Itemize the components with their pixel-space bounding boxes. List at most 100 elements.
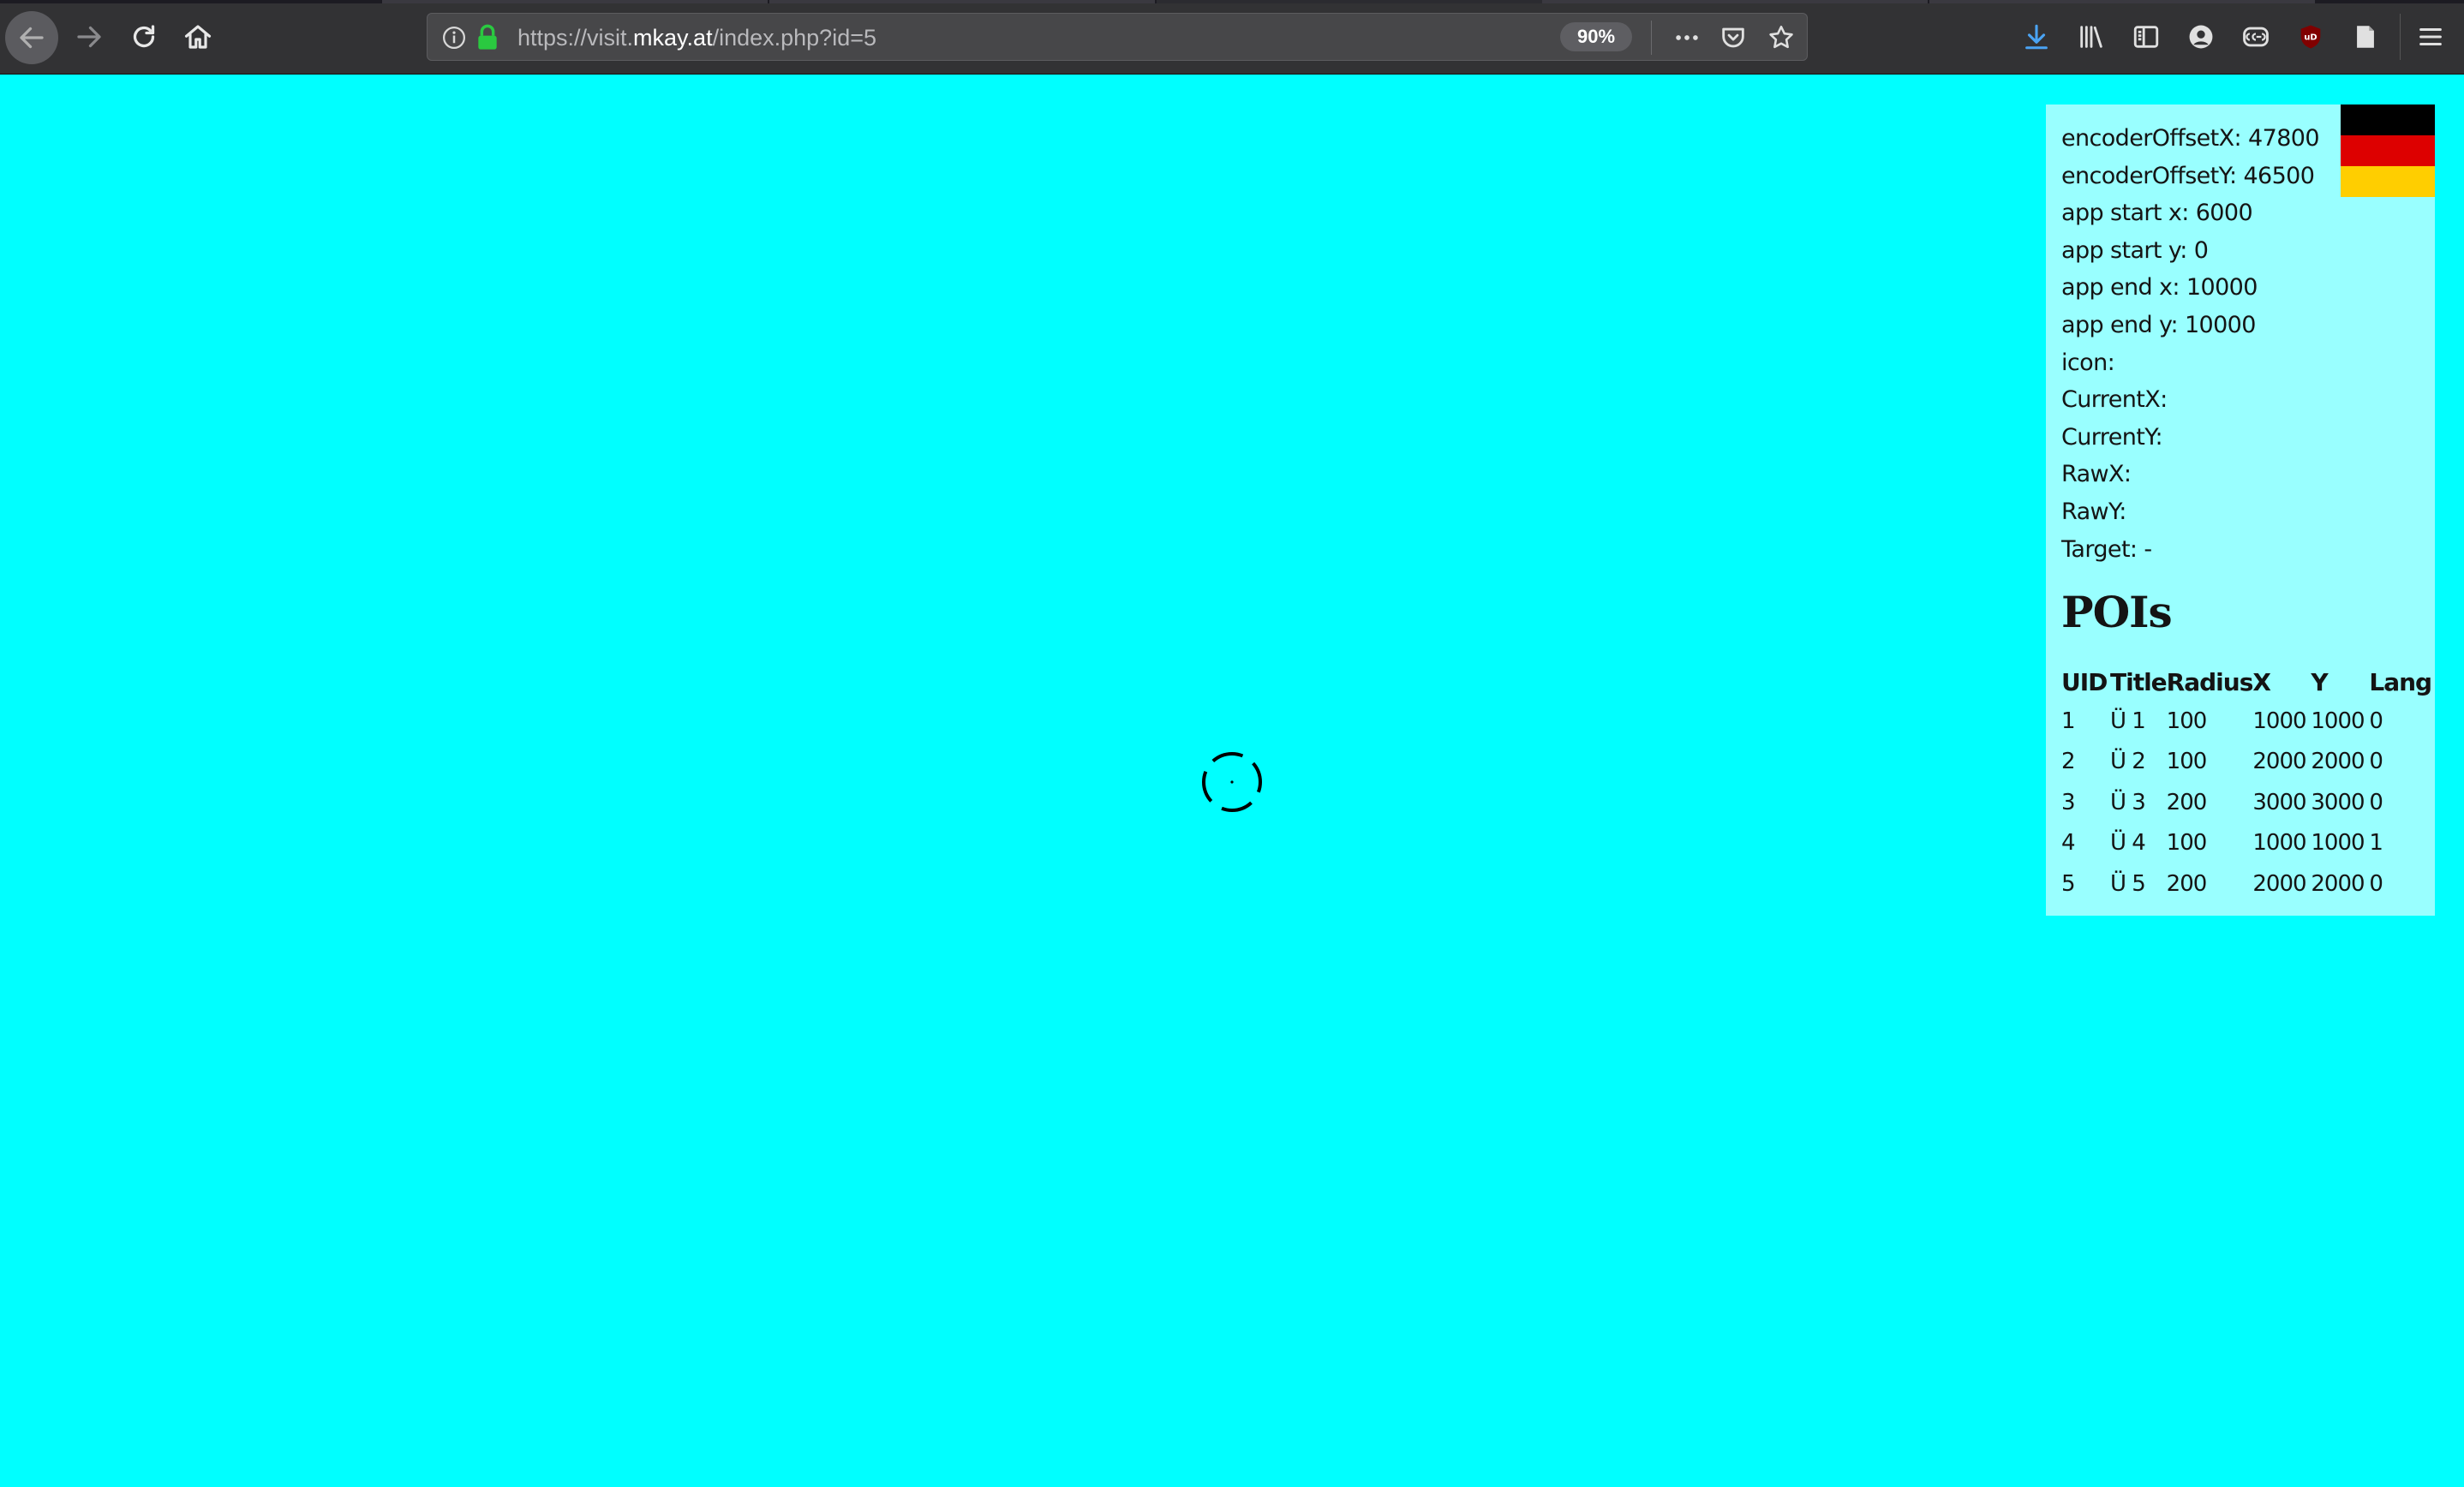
page-actions-button[interactable]: [1672, 22, 1702, 53]
poi-y: 1000: [2311, 708, 2365, 734]
tab-indicator[interactable]: [1157, 0, 1542, 3]
tab-indicator[interactable]: [1929, 0, 2315, 3]
tab-indicator[interactable]: [1542, 0, 1928, 3]
sidebar-button[interactable]: [2128, 19, 2164, 55]
column-header: Title: [2110, 667, 2168, 696]
url-bar[interactable]: https://visit.mkay.at/index.php?id=5 90%: [427, 13, 1808, 61]
position-target-icon: [1202, 752, 1262, 812]
bookmark-button[interactable]: [1766, 22, 1797, 53]
poi-x: 3000: [2252, 789, 2306, 815]
pocket-button[interactable]: [1718, 22, 1749, 53]
poi-x: 1000: [2252, 708, 2306, 734]
raw-y: RawY:: [2061, 498, 2126, 525]
menu-button[interactable]: [2413, 19, 2449, 55]
poi-title: Ü 1: [2110, 708, 2146, 734]
poi-lang: 0: [2369, 870, 2383, 897]
poi-table: UID Title Radius X Y Lang 1 Ü 1 100 1000…: [2061, 663, 2432, 905]
flag-stripe-gold: [2341, 166, 2435, 197]
current-x: CurrentX:: [2061, 386, 2168, 414]
sidebar-icon: [2133, 26, 2159, 48]
tab-indicator[interactable]: [382, 0, 768, 3]
icon-label: icon:: [2061, 349, 2115, 376]
debug-info-panel: encoderOffsetX: 47800 encoderOffsetY: 46…: [2046, 105, 2435, 916]
poi-y: 2000: [2311, 749, 2365, 775]
back-icon: [20, 27, 44, 49]
poi-title: Ü 3: [2110, 789, 2146, 815]
reader-button[interactable]: [2347, 19, 2383, 55]
reader-icon: [2357, 26, 2374, 48]
poi-uid: 3: [2061, 789, 2076, 815]
poi-lang: 0: [2369, 749, 2383, 775]
toolbar-divider: [2400, 14, 2401, 60]
reload-button[interactable]: [118, 11, 170, 63]
app-start-y: app start y: 0: [2061, 236, 2209, 264]
home-button[interactable]: [172, 11, 224, 63]
table-row: 4 Ü 4 100 1000 1000 1: [2061, 823, 2431, 864]
page-actions-icon: [1676, 35, 1698, 40]
url-host: mkay.at: [633, 25, 713, 51]
tab-indicator[interactable]: [769, 0, 1155, 3]
tab-strip: [0, 0, 2464, 3]
poi-radius: 100: [2166, 830, 2208, 857]
url-bar-divider: [1651, 21, 1652, 55]
account-icon: [2189, 25, 2213, 49]
poi-title: Ü 5: [2110, 870, 2146, 897]
table-row: 3 Ü 3 200 3000 3000 0: [2061, 782, 2431, 823]
forward-icon: [77, 26, 101, 48]
poi-lang: 0: [2369, 708, 2383, 734]
zoom-level-badge[interactable]: 90%: [1560, 22, 1632, 51]
column-header: Lang: [2369, 667, 2432, 696]
poi-table-header: UID Title Radius X Y Lang: [2061, 663, 2432, 701]
raw-x: RawX:: [2061, 461, 2132, 488]
page-canvas[interactable]: encoderOffsetX: 47800 encoderOffsetY: 46…: [0, 75, 2464, 1487]
poi-lang: 1: [2369, 830, 2383, 857]
column-header: Y: [2311, 667, 2328, 696]
library-button[interactable]: [2073, 19, 2109, 55]
poi-y: 3000: [2311, 789, 2365, 815]
poi-uid: 5: [2061, 870, 2076, 897]
downloads-button[interactable]: [2018, 19, 2054, 55]
bookmark-star-icon: [1769, 25, 1793, 49]
pocket-icon: [1722, 27, 1744, 48]
target-label: Target: -: [2061, 535, 2152, 563]
app-end-x: app end x: 10000: [2061, 274, 2258, 302]
column-header: X: [2252, 667, 2271, 696]
ublock-icon: uD: [2300, 25, 2321, 49]
app-end-y: app end y: 10000: [2061, 311, 2256, 338]
german-flag-icon[interactable]: [2341, 105, 2435, 197]
table-row: 2 Ü 2 100 2000 2000 0: [2061, 742, 2431, 783]
info-icon[interactable]: [441, 25, 467, 51]
poi-radius: 200: [2166, 870, 2208, 897]
poi-x: 1000: [2252, 830, 2306, 857]
poi-title: Ü 2: [2110, 749, 2146, 775]
poi-y: 2000: [2311, 870, 2365, 897]
extension-button[interactable]: [2238, 19, 2274, 55]
poi-radius: 200: [2166, 789, 2208, 815]
account-button[interactable]: [2183, 19, 2219, 55]
poi-x: 2000: [2252, 749, 2306, 775]
url-text[interactable]: https://visit.mkay.at/index.php?id=5: [517, 25, 876, 51]
column-header: Radius: [2166, 667, 2254, 696]
current-y: CurrentY:: [2061, 423, 2163, 451]
table-row: 5 Ü 5 200 2000 2000 0: [2061, 863, 2431, 905]
download-icon: [2025, 24, 2048, 50]
ublock-button[interactable]: uD: [2293, 19, 2329, 55]
poi-x: 2000: [2252, 870, 2306, 897]
home-icon: [184, 25, 212, 49]
menu-icon: [2419, 27, 2442, 46]
flag-stripe-black: [2341, 105, 2435, 135]
lock-icon[interactable]: [475, 23, 499, 51]
back-button[interactable]: [5, 11, 58, 64]
flag-stripe-red: [2341, 135, 2435, 166]
url-path: /index.php?id=5: [712, 25, 876, 51]
poi-y: 1000: [2311, 830, 2365, 857]
reload-icon: [133, 25, 155, 48]
column-header: UID: [2061, 667, 2108, 696]
forward-button[interactable]: [63, 11, 115, 63]
browser-toolbar: https://visit.mkay.at/index.php?id=5 90%…: [0, 0, 2464, 75]
poi-uid: 4: [2061, 830, 2076, 857]
poi-radius: 100: [2166, 708, 2208, 734]
poi-uid: 2: [2061, 749, 2076, 775]
svg-text:uD: uD: [2304, 33, 2317, 43]
poi-heading: POIs: [2061, 587, 2173, 638]
